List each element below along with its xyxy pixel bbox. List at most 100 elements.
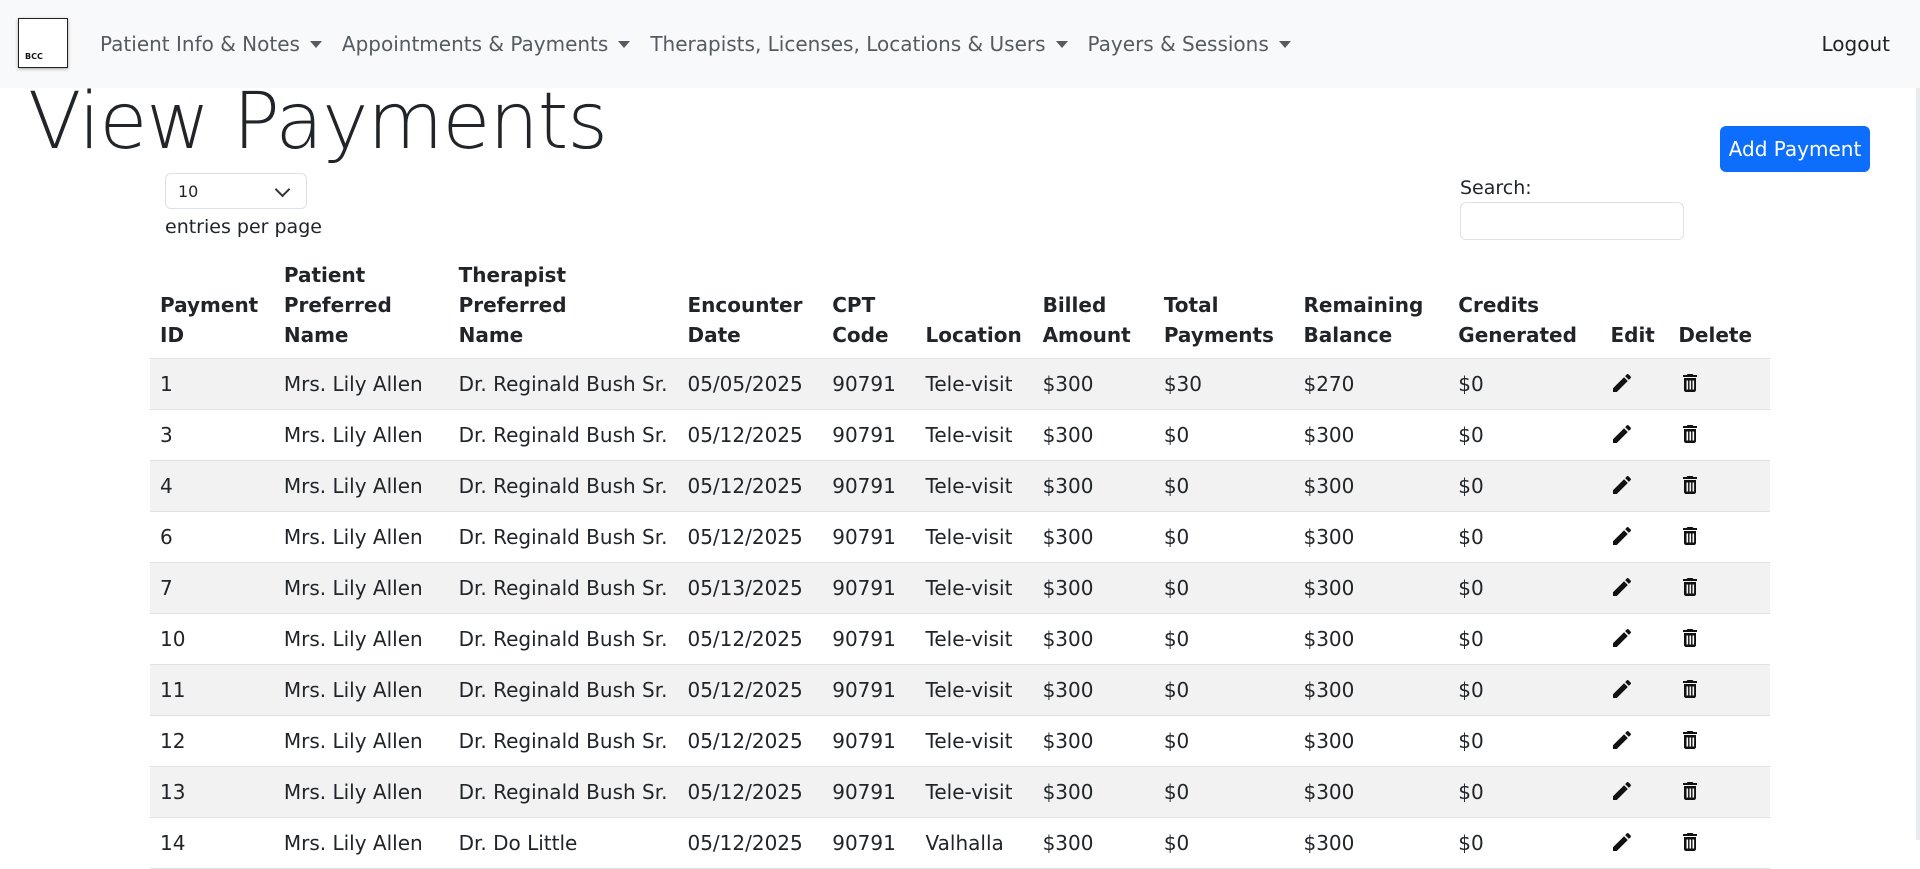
cell-total-payments: $0 <box>1153 460 1294 512</box>
column-header-line: ID <box>160 323 185 347</box>
column-header-payment-id[interactable]: Payment ID <box>150 256 274 359</box>
cell-encounter-date: 05/13/2025 <box>677 562 823 614</box>
cell-patient-name: Mrs. Lily Allen <box>273 613 449 665</box>
nav-dropdown-therapists[interactable]: Therapists, Licenses, Locations & Users <box>650 32 1068 56</box>
cell-encounter-date: 05/12/2025 <box>677 817 823 869</box>
cell-edit <box>1600 766 1669 818</box>
column-header-line: Total <box>1163 293 1219 317</box>
cell-location: Valhalla <box>915 817 1033 869</box>
logout-link[interactable]: Logout <box>1822 0 1890 88</box>
cell-cpt-code: 90791 <box>822 460 916 512</box>
cell-remaining-balance: $300 <box>1293 511 1449 563</box>
cell-edit <box>1600 664 1669 716</box>
trash-icon[interactable] <box>1678 575 1704 601</box>
trash-icon[interactable] <box>1678 371 1704 397</box>
pencil-icon[interactable] <box>1610 524 1636 550</box>
column-header-line: Name <box>458 323 524 347</box>
trash-icon[interactable] <box>1678 728 1704 754</box>
pencil-icon[interactable] <box>1610 473 1636 499</box>
add-payment-button[interactable]: Add Payment <box>1720 126 1870 172</box>
column-header-line: Payments <box>1163 323 1274 347</box>
cell-delete <box>1668 664 1770 716</box>
cell-credits-generated: $0 <box>1448 511 1601 563</box>
cell-edit <box>1600 409 1669 461</box>
brand-logo[interactable]: BCC <box>18 18 68 68</box>
cell-patient-name: Mrs. Lily Allen <box>273 817 449 869</box>
cell-encounter-date: 05/12/2025 <box>677 511 823 563</box>
column-header-location[interactable]: Location <box>915 256 1033 359</box>
cell-delete <box>1668 613 1770 665</box>
table-row: 13 Mrs. Lily Allen Dr. Reginald Bush Sr. 05… <box>150 766 1770 818</box>
pencil-icon[interactable] <box>1610 575 1636 601</box>
column-header-line: Billed <box>1042 293 1107 317</box>
pencil-icon[interactable] <box>1610 779 1636 805</box>
cell-remaining-balance: $300 <box>1293 613 1449 665</box>
column-header-patient-name[interactable]: Patient Preferred Name <box>273 256 449 359</box>
table-row: 14 Mrs. Lily Allen Dr. Do Little 05/12/2025… <box>150 817 1770 869</box>
cell-payment-id: 13 <box>150 766 274 818</box>
column-header-line: Name <box>283 323 349 347</box>
trash-icon[interactable] <box>1678 779 1704 805</box>
column-header-delete[interactable]: Delete <box>1668 256 1770 359</box>
trash-icon[interactable] <box>1678 677 1704 703</box>
column-header-credits-generated[interactable]: Credits Generated <box>1448 256 1601 359</box>
trash-icon[interactable] <box>1678 473 1704 499</box>
cell-payment-id: 3 <box>150 409 274 461</box>
pencil-icon[interactable] <box>1610 626 1636 652</box>
cell-total-payments: $30 <box>1153 358 1294 410</box>
column-header-line: Edit <box>1610 323 1655 347</box>
nav-dropdown-appointments[interactable]: Appointments & Payments <box>341 32 631 56</box>
pencil-icon[interactable] <box>1610 830 1636 856</box>
cell-delete <box>1668 409 1770 461</box>
trash-icon[interactable] <box>1678 524 1704 550</box>
cell-encounter-date: 05/12/2025 <box>677 613 823 665</box>
cell-cpt-code: 90791 <box>822 817 916 869</box>
nav-label: Patient Info & Notes <box>100 32 300 56</box>
nav-dropdown-payers[interactable]: Payers & Sessions <box>1088 32 1291 56</box>
search-input[interactable] <box>1460 202 1684 240</box>
cell-payment-id: 14 <box>150 817 274 869</box>
payments-table: Payment ID Patient Preferred Name Therapist … <box>150 256 1770 869</box>
cell-cpt-code: 90791 <box>822 664 916 716</box>
column-header-line: Encounter <box>687 293 803 317</box>
cell-delete <box>1668 562 1770 614</box>
pencil-icon[interactable] <box>1610 371 1636 397</box>
cell-total-payments: $0 <box>1153 511 1294 563</box>
nav-label: Appointments & Payments <box>341 32 609 56</box>
pencil-icon[interactable] <box>1610 422 1636 448</box>
trash-icon[interactable] <box>1678 626 1704 652</box>
cell-location: Tele-visit <box>915 409 1033 461</box>
cell-location: Tele-visit <box>915 613 1033 665</box>
column-header-billed-amount[interactable]: Billed Amount <box>1032 256 1154 359</box>
caret-down-icon <box>309 40 322 48</box>
cell-billed-amount: $300 <box>1032 715 1154 767</box>
column-header-total-payments[interactable]: Total Payments <box>1153 256 1294 359</box>
cell-credits-generated: $0 <box>1448 613 1601 665</box>
trash-icon[interactable] <box>1678 422 1704 448</box>
table-header-row: Payment ID Patient Preferred Name Therapist … <box>150 256 1770 359</box>
table-header: Payment ID Patient Preferred Name Therapist … <box>150 256 1770 359</box>
cell-billed-amount: $300 <box>1032 817 1154 869</box>
column-header-therapist-name[interactable]: Therapist Preferred Name <box>448 256 678 359</box>
column-header-cpt-code[interactable]: CPT Code <box>822 256 916 359</box>
cell-encounter-date: 05/12/2025 <box>677 766 823 818</box>
entries-per-page-select[interactable]: 10 <box>165 173 307 209</box>
cell-delete <box>1668 460 1770 512</box>
cell-remaining-balance: $300 <box>1293 562 1449 614</box>
cell-remaining-balance: $270 <box>1293 358 1449 410</box>
column-header-line: Location <box>925 323 1022 347</box>
pencil-icon[interactable] <box>1610 677 1636 703</box>
trash-icon[interactable] <box>1678 830 1704 856</box>
cell-credits-generated: $0 <box>1448 664 1601 716</box>
cell-therapist-name: Dr. Reginald Bush Sr. <box>448 358 678 410</box>
page-scrollbar[interactable] <box>1916 88 1920 840</box>
column-header-remaining-balance[interactable]: Remaining Balance <box>1293 256 1449 359</box>
pencil-icon[interactable] <box>1610 728 1636 754</box>
column-header-edit[interactable]: Edit <box>1600 256 1669 359</box>
column-header-line: Code <box>832 323 889 347</box>
column-header-encounter-date[interactable]: Encounter Date <box>677 256 823 359</box>
table-row: 4 Mrs. Lily Allen Dr. Reginald Bush Sr. 05/… <box>150 460 1770 512</box>
cell-delete <box>1668 715 1770 767</box>
cell-credits-generated: $0 <box>1448 358 1601 410</box>
nav-dropdown-patient-info[interactable]: Patient Info & Notes <box>100 32 322 56</box>
